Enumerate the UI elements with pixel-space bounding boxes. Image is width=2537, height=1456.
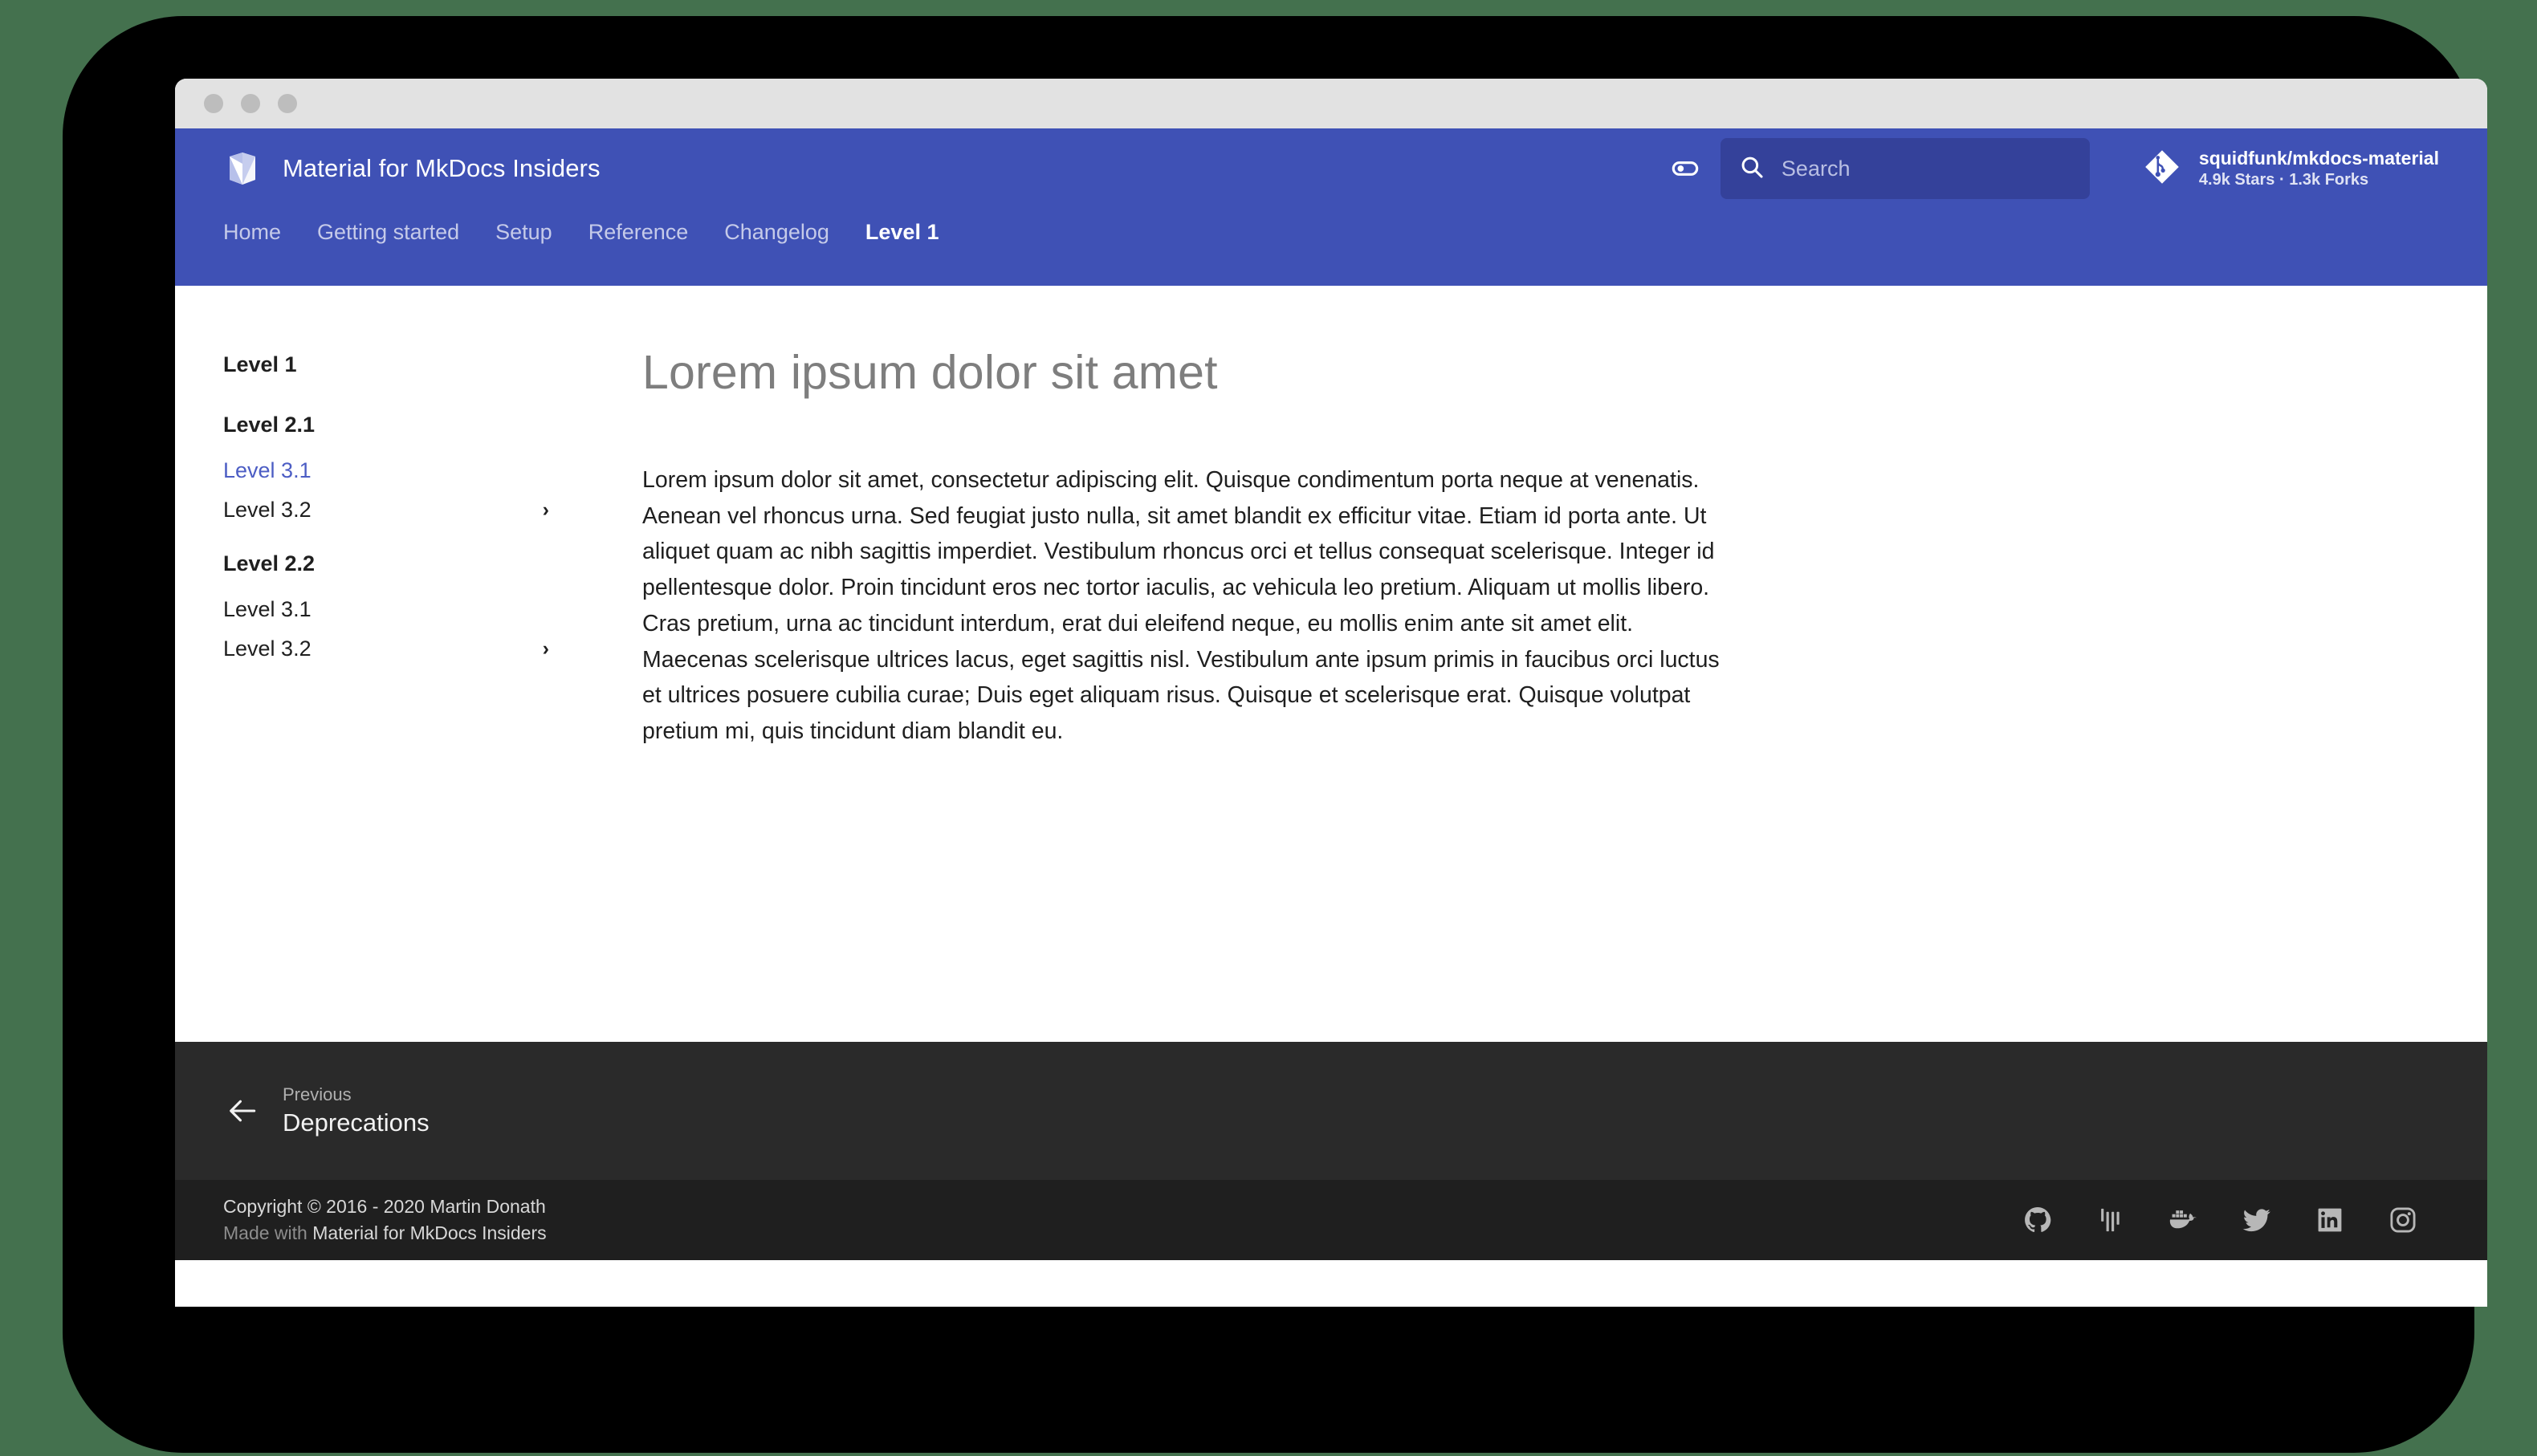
sidebar-nav: Level 1 Level 2.1 Level 3.1 Level 3.2 › … (175, 345, 601, 1042)
social-links (2022, 1205, 2439, 1235)
search-icon (1738, 153, 1765, 185)
previous-title: Deprecations (283, 1108, 430, 1137)
search-box[interactable] (1720, 138, 2090, 199)
site-header: Material for MkDocs Insiders Search squi… (175, 128, 2487, 209)
sidebar-item-level-3-1-a[interactable]: Level 3.1 (223, 451, 576, 490)
chevron-right-icon: › (542, 637, 549, 660)
copyright-text: Copyright © 2016 - 2020 Martin Donath (223, 1195, 546, 1217)
linkedin-icon[interactable] (2315, 1205, 2345, 1235)
device-frame: Material for MkDocs Insiders Search squi… (63, 16, 2487, 1453)
sidebar-item-label: Level 3.2 (223, 498, 312, 522)
toggle-switch-icon[interactable] (1664, 148, 1706, 189)
tab-changelog[interactable]: Changelog (724, 209, 849, 245)
sidebar-item-level-3-2-b[interactable]: Level 3.2 › (223, 629, 576, 669)
previous-page-link[interactable]: Previous Deprecations (223, 1084, 430, 1137)
github-icon[interactable] (2022, 1205, 2053, 1235)
sidebar-item-label: Level 3.1 (223, 458, 312, 482)
made-with-prefix: Made with (223, 1222, 313, 1243)
previous-page-text: Previous Deprecations (283, 1084, 430, 1137)
repo-link[interactable]: squidfunk/mkdocs-material 4.9k Stars · 1… (2143, 147, 2439, 190)
tab-level-1[interactable]: Level 1 (865, 209, 959, 245)
instagram-icon[interactable] (2388, 1205, 2418, 1235)
gitter-icon[interactable] (2095, 1205, 2126, 1235)
page-body-paragraph: Lorem ipsum dolor sit amet, consectetur … (642, 467, 1720, 745)
repo-text: squidfunk/mkdocs-material 4.9k Stars · 1… (2199, 147, 2439, 190)
chevron-right-icon: › (542, 498, 549, 521)
browser-titlebar (175, 79, 2487, 128)
sidebar-item-label: Level 3.2 (223, 636, 312, 661)
stage: Material for MkDocs Insiders Search squi… (0, 0, 2537, 1456)
sidebar-item-level-2-2[interactable]: Level 2.2 (223, 544, 576, 584)
window-maximize-dot[interactable] (278, 94, 297, 113)
footer-nav: Previous Deprecations (175, 1042, 2487, 1180)
copyright-block: Copyright © 2016 - 2020 Martin Donath Ma… (223, 1194, 547, 1247)
made-with-text: Made with Material for MkDocs Insiders (223, 1220, 547, 1247)
sidebar-item-level-3-2-a[interactable]: Level 3.2 › (223, 490, 576, 530)
window-minimize-dot[interactable] (241, 94, 260, 113)
sidebar-item-level-3-1-b[interactable]: Level 3.1 (223, 590, 576, 629)
docker-icon[interactable] (2168, 1205, 2199, 1235)
content-area: Level 1 Level 2.1 Level 3.1 Level 3.2 › … (175, 286, 2487, 1042)
window-close-dot[interactable] (204, 94, 223, 113)
mkdocs-material-logo-icon (223, 149, 262, 188)
tab-setup[interactable]: Setup (495, 209, 572, 245)
brand-title: Material for MkDocs Insiders (283, 154, 601, 182)
browser-window: Material for MkDocs Insiders Search squi… (175, 79, 2487, 1307)
repo-name: squidfunk/mkdocs-material (2198, 148, 2439, 169)
git-repository-icon (2143, 148, 2181, 190)
sidebar-item-level-2-1[interactable]: Level 2.1 (223, 405, 576, 445)
repo-stats: 4.9k Stars · 1.3k Forks (2198, 170, 2369, 189)
tab-bar: Home Getting started Setup Reference Cha… (175, 209, 2487, 286)
brand[interactable]: Material for MkDocs Insiders (223, 149, 601, 188)
tab-reference[interactable]: Reference (588, 209, 709, 245)
search-input[interactable] (1781, 156, 2072, 181)
main-content: Lorem ipsum dolor sit amet Lorem ipsum d… (601, 345, 1885, 1042)
twitter-icon[interactable] (2242, 1205, 2272, 1235)
footer-meta: Copyright © 2016 - 2020 Martin Donath Ma… (175, 1180, 2487, 1260)
header-right: squidfunk/mkdocs-material 4.9k Stars · 1… (1664, 128, 2487, 209)
arrow-left-icon (223, 1092, 262, 1130)
tab-getting-started[interactable]: Getting started (317, 209, 479, 245)
previous-label: Previous (283, 1084, 352, 1104)
page-title: Lorem ipsum dolor sit amet (642, 346, 1218, 399)
made-with-link[interactable]: Material for MkDocs Insiders (312, 1222, 546, 1243)
tab-home[interactable]: Home (223, 209, 301, 245)
sidebar-item-level-1[interactable]: Level 1 (223, 345, 576, 384)
sidebar-item-label: Level 3.1 (223, 597, 312, 621)
